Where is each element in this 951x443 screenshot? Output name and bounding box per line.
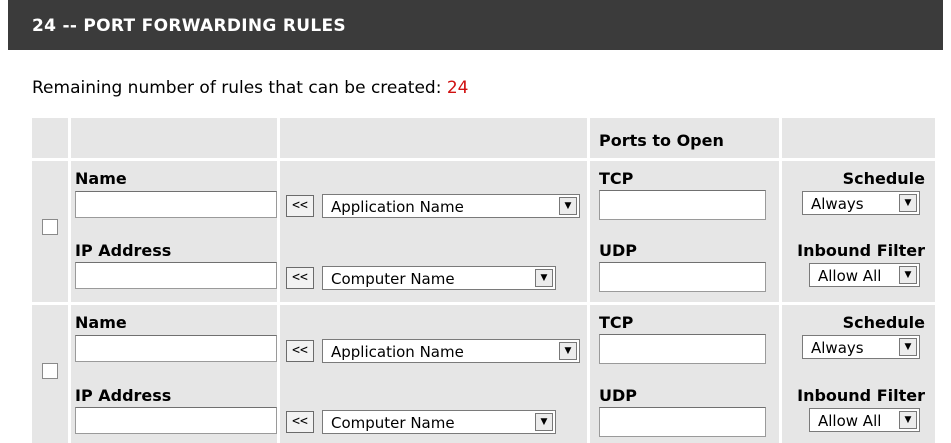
- ports-to-open-header: Ports to Open: [599, 131, 724, 150]
- copy-application-button[interactable]: <<: [286, 195, 314, 217]
- ip-address-label: IP Address: [75, 241, 172, 260]
- tcp-ports-field[interactable]: [599, 190, 766, 220]
- name-field[interactable]: [75, 335, 277, 362]
- tcp-label: TCP: [599, 169, 634, 188]
- ip-address-field[interactable]: [75, 407, 277, 434]
- chevron-down-icon: ▼: [899, 266, 917, 284]
- chevron-down-icon: ▼: [535, 413, 553, 431]
- application-name-select[interactable]: Application Name ▼: [322, 194, 580, 218]
- udp-ports-field[interactable]: [599, 407, 766, 437]
- tcp-ports-field[interactable]: [599, 334, 766, 364]
- name-label: Name: [75, 169, 127, 188]
- tcp-label: TCP: [599, 313, 634, 332]
- remaining-label: Remaining number of rules that can be cr…: [32, 78, 442, 98]
- chevron-down-icon: ▼: [535, 269, 553, 287]
- copy-computer-button[interactable]: <<: [286, 267, 314, 289]
- port-forwarding-table: Ports to Open Name IP Address << Applica…: [32, 118, 935, 443]
- inbound-filter-label: Inbound Filter: [797, 241, 925, 260]
- inbound-filter-select[interactable]: Allow All ▼: [809, 408, 920, 432]
- application-name-select[interactable]: Application Name ▼: [322, 339, 580, 363]
- row-divider: [32, 158, 935, 161]
- schedule-select[interactable]: Always ▼: [802, 335, 920, 359]
- computer-name-select[interactable]: Computer Name ▼: [322, 410, 556, 434]
- chevron-down-icon: ▼: [899, 194, 917, 212]
- schedule-value: Always: [811, 339, 864, 357]
- copy-computer-button[interactable]: <<: [286, 411, 314, 433]
- row-divider: [32, 302, 935, 305]
- computer-name-value: Computer Name: [331, 414, 455, 432]
- chevron-down-icon: ▼: [899, 411, 917, 429]
- schedule-value: Always: [811, 195, 864, 213]
- schedule-label: Schedule: [842, 313, 925, 332]
- column-divider: [587, 118, 590, 443]
- schedule-select[interactable]: Always ▼: [802, 191, 920, 215]
- section-header: 24 -- PORT FORWARDING RULES: [8, 0, 943, 50]
- computer-name-value: Computer Name: [331, 270, 455, 288]
- column-divider: [68, 118, 71, 443]
- remaining-count: 24: [446, 78, 469, 98]
- udp-label: UDP: [599, 386, 637, 405]
- rule-enable-checkbox[interactable]: [42, 219, 58, 235]
- name-field[interactable]: [75, 191, 277, 218]
- inbound-filter-value: Allow All: [818, 412, 882, 430]
- computer-name-select[interactable]: Computer Name ▼: [322, 266, 556, 290]
- inbound-filter-select[interactable]: Allow All ▼: [809, 263, 920, 287]
- ip-address-label: IP Address: [75, 386, 172, 405]
- copy-application-button[interactable]: <<: [286, 340, 314, 362]
- rule-enable-checkbox[interactable]: [42, 363, 58, 379]
- application-name-value: Application Name: [331, 198, 464, 216]
- chevron-down-icon: ▼: [559, 342, 577, 360]
- name-label: Name: [75, 313, 127, 332]
- chevron-down-icon: ▼: [899, 338, 917, 356]
- schedule-label: Schedule: [842, 169, 925, 188]
- inbound-filter-value: Allow All: [818, 267, 882, 285]
- udp-label: UDP: [599, 241, 637, 260]
- udp-ports-field[interactable]: [599, 262, 766, 292]
- section-title: 24 -- PORT FORWARDING RULES: [32, 16, 346, 36]
- ip-address-field[interactable]: [75, 262, 277, 289]
- chevron-down-icon: ▼: [559, 197, 577, 215]
- inbound-filter-label: Inbound Filter: [797, 386, 925, 405]
- remaining-rules-text: Remaining number of rules that can be cr…: [32, 78, 468, 98]
- column-divider: [277, 118, 280, 443]
- application-name-value: Application Name: [331, 343, 464, 361]
